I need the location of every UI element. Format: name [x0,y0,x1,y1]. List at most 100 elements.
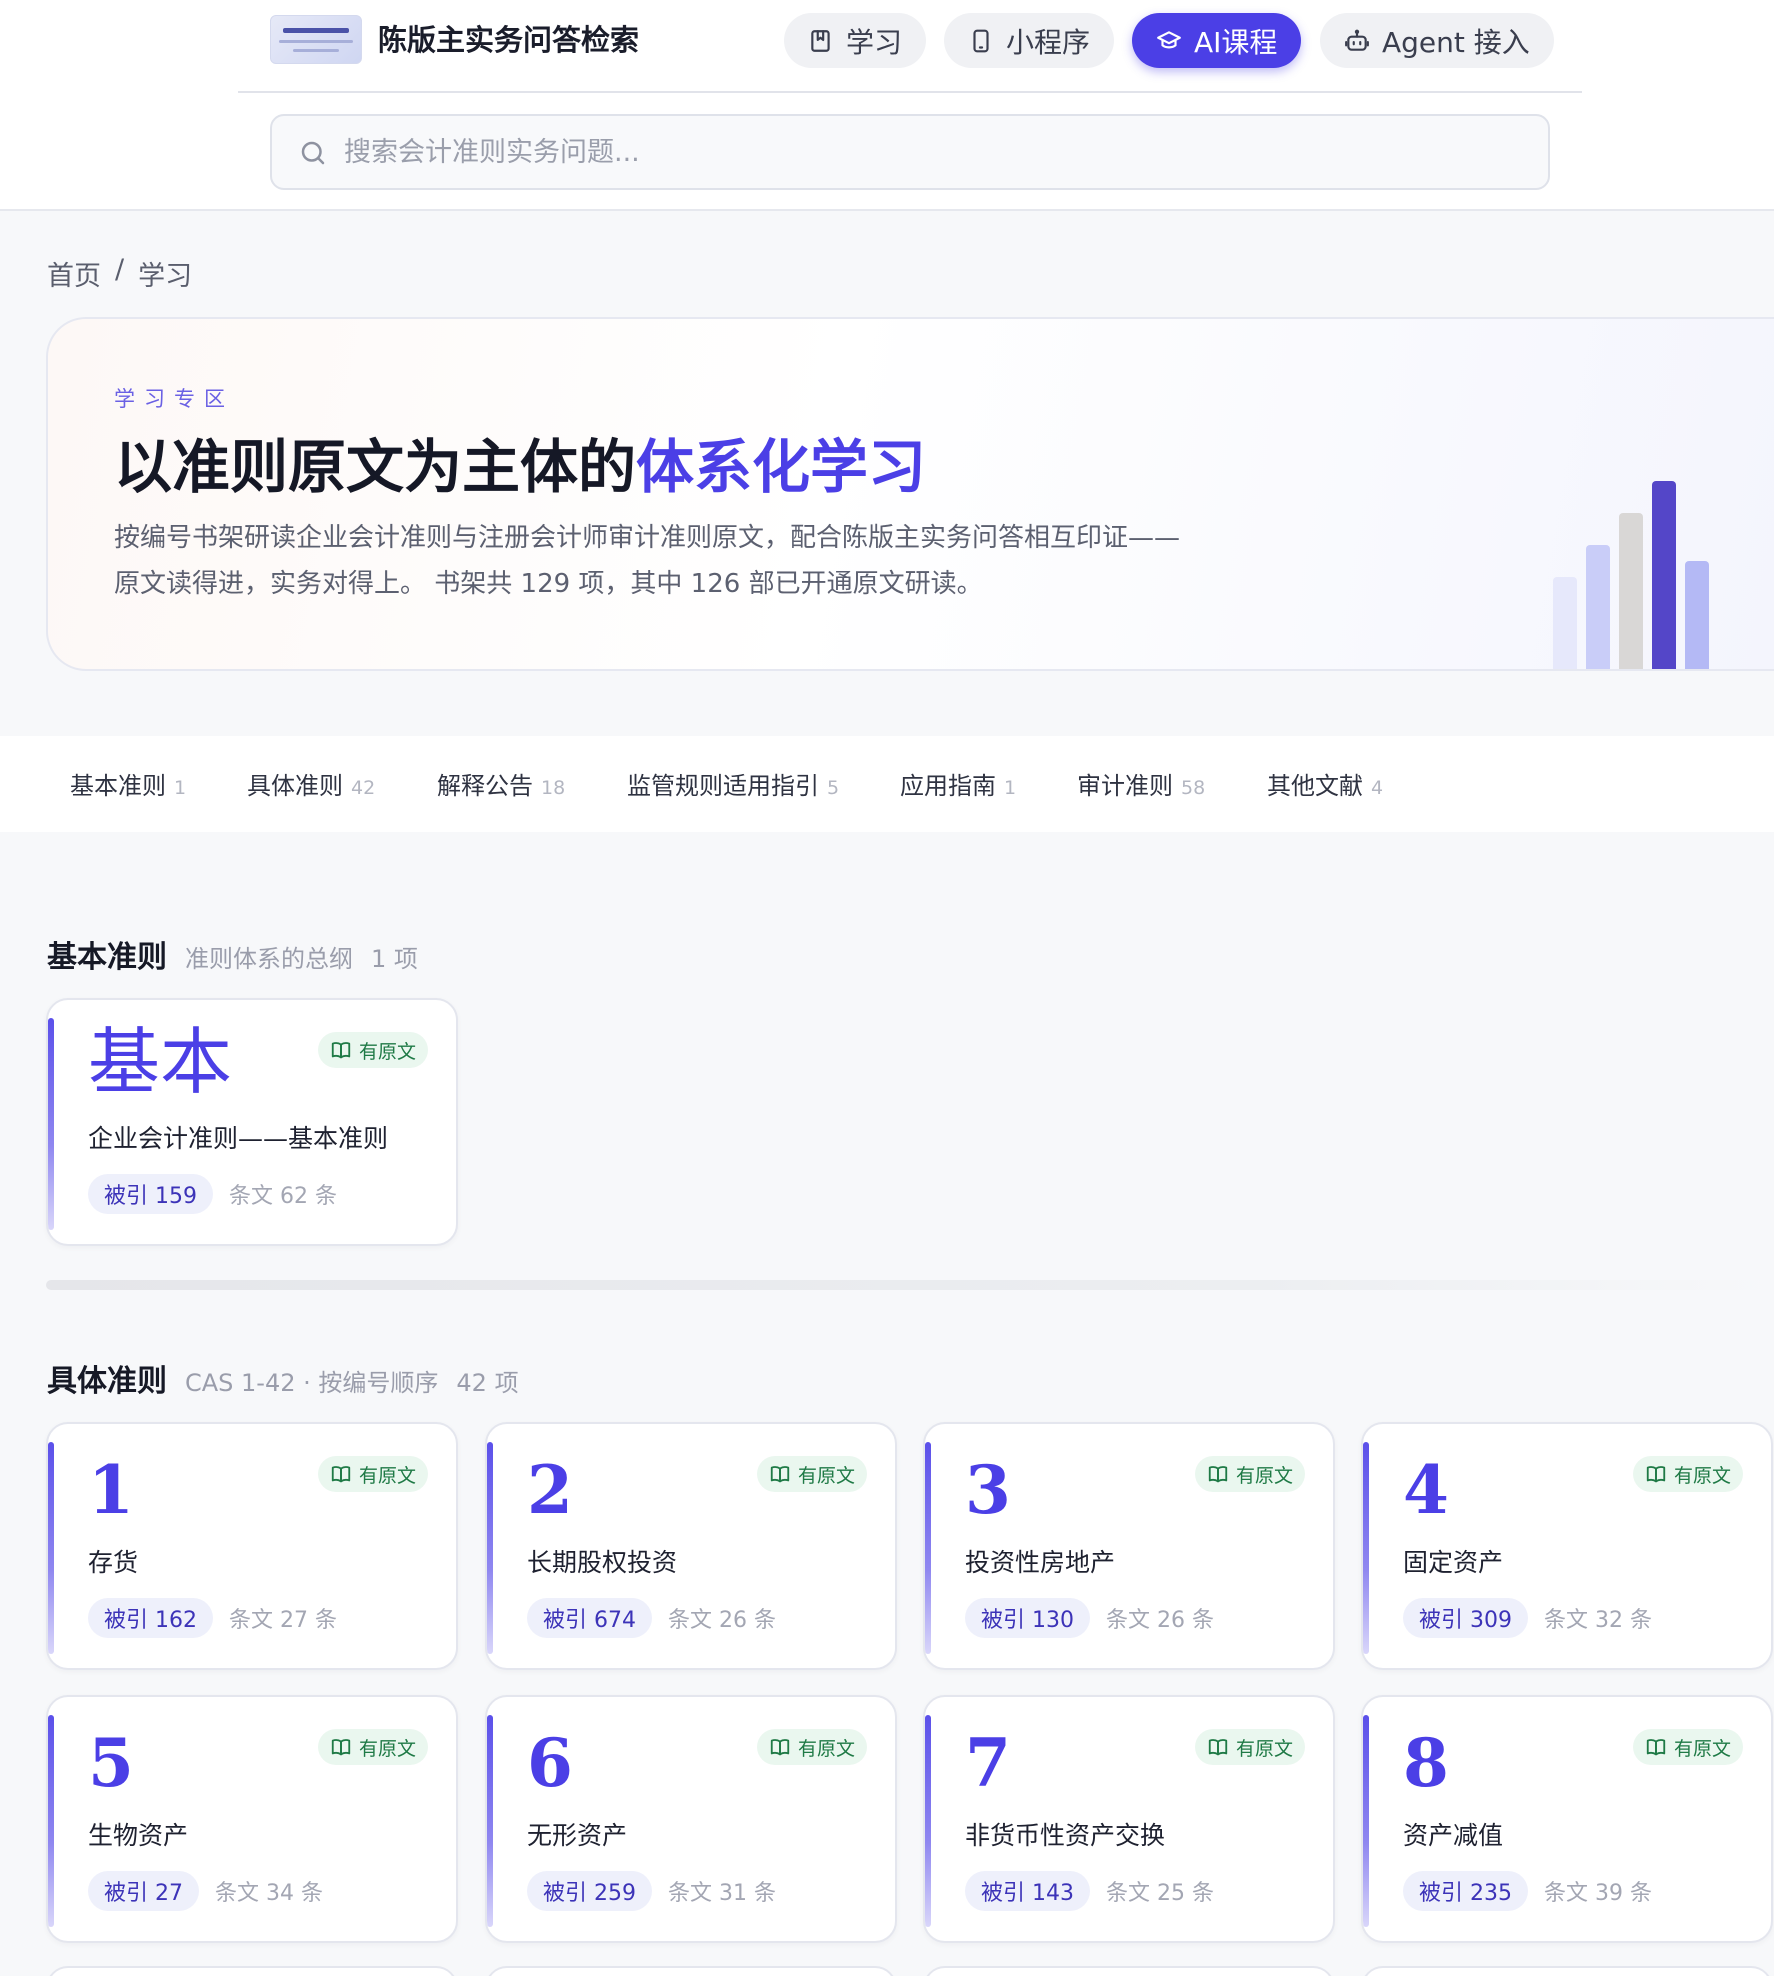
hero-title-prefix: 以准则原文为主体的 [114,433,637,501]
card-title: 固定资产 [1403,1548,1504,1577]
card-stats: 被引 130 条文 26 条 [965,1598,1214,1638]
card-stats: 被引 143 条文 25 条 [965,1871,1214,1911]
cited-count: 被引 162 [88,1598,213,1638]
top-header: 陈版主实务问答检索 学习 小程序 AI课程 Agent 接入 [0,0,1774,211]
cited-count: 被引 130 [965,1598,1090,1638]
tab-count: 1 [174,777,187,799]
standard-card-cas-8[interactable]: 8 有原文 资产减值 被引 235 条文 39 条 [1361,1695,1773,1943]
has-source-badge: 有原文 [317,1729,428,1765]
tab-label: 应用指南 [900,772,996,800]
nav-ai-course-label: AI课程 [1194,25,1278,59]
tab-interpretation[interactable]: 解释公告 18 [437,766,565,801]
tab-count: 58 [1181,777,1206,799]
standard-card-cas-6[interactable]: 6 有原文 无形资产 被引 259 条文 31 条 [485,1695,897,1943]
has-source-badge: 有原文 [1632,1729,1743,1765]
phone-icon [973,29,989,52]
nav-agent-label: Agent 接入 [1382,25,1530,59]
standard-card-peek[interactable] [485,1966,897,1976]
section-heading-basic: 基本准则 准则体系的总纲 1 项 [47,932,418,976]
card-number: 5 [88,1724,134,1802]
card-title: 企业会计准则——基本准则 [88,1124,389,1153]
tab-specific[interactable]: 具体准则 42 [247,766,375,801]
card-number: 6 [527,1724,573,1802]
nav-miniprogram[interactable]: 小程序 [944,13,1115,68]
article-count: 条文 27 条 [229,1608,337,1633]
tab-count: 18 [541,777,566,799]
card-stats: 被引 159 条文 62 条 [88,1174,337,1214]
hero-bars-decoration [1548,319,1774,669]
standard-card-cas-2[interactable]: 2 有原文长期股权投资被引 674 条文 26 条 [485,1422,897,1670]
card-title: 存货 [88,1548,139,1577]
badge-label: 有原文 [358,1464,416,1487]
card-number: 2 [527,1451,573,1529]
nav-agent[interactable]: Agent 接入 [1320,13,1554,68]
card-number: 8 [1403,1724,1449,1802]
hero-bar [1652,481,1676,669]
section-count: 1 项 [371,945,418,973]
tab-application-guide[interactable]: 应用指南 1 [900,766,1016,801]
tab-label: 审计准则 [1077,772,1173,800]
open-book-icon [1208,1466,1228,1483]
badge-label: 有原文 [1673,1464,1731,1487]
section-title: 基本准则 [47,940,167,975]
card-title: 投资性房地产 [965,1548,1116,1577]
open-book-icon [331,1042,351,1059]
badge-label: 有原文 [1235,1737,1293,1760]
badge-label: 有原文 [797,1737,855,1760]
hero-title: 以准则原文为主体的体系化学习 [114,427,926,507]
tab-label: 其他文献 [1267,772,1363,800]
cited-count: 被引 674 [527,1598,652,1638]
standard-card-cas-5[interactable]: 5 有原文 生物资产 被引 27 条文 34 条 [46,1695,458,1943]
has-source-badge: 有原文 [756,1456,867,1492]
search-input[interactable] [344,126,1524,178]
standard-card-peek[interactable] [46,1966,458,1976]
tab-count: 5 [827,777,840,799]
card-title: 长期股权投资 [527,1548,678,1577]
hero-bar [1619,513,1643,669]
card-stats: 被引 309 条文 32 条 [1403,1598,1652,1638]
standard-card-cas-1[interactable]: 1 有原文存货被引 162 条文 27 条 [46,1422,458,1670]
site-logo[interactable] [270,15,362,64]
breadcrumb: 首页 / 学习 [47,254,192,293]
has-source-badge: 有原文 [317,1032,428,1068]
standard-card-peek[interactable] [923,1966,1335,1976]
tab-audit-standards[interactable]: 审计准则 58 [1077,766,1205,801]
nav-learn[interactable]: 学习 [784,13,927,68]
badge-label: 有原文 [358,1040,416,1063]
article-count: 条文 26 条 [668,1608,776,1633]
standard-card-cas-3[interactable]: 3 有原文 投资性房地产 被引 130 条文 26 条 [923,1422,1335,1670]
site-title[interactable]: 陈版主实务问答检索 [378,20,639,60]
has-source-badge: 有原文 [317,1456,428,1492]
open-book-icon [1646,1466,1666,1483]
card-accent-edge [1363,1442,1369,1654]
tab-label: 基本准则 [70,772,166,800]
hero-kicker: 学习专区 [114,387,234,411]
tab-regulatory-guidance[interactable]: 监管规则适用指引 5 [627,766,839,801]
tab-basic[interactable]: 基本准则 1 [70,766,186,801]
card-number: 1 [88,1451,134,1529]
open-book-icon [331,1739,351,1756]
tab-label: 具体准则 [247,772,343,800]
article-count: 条文 32 条 [1544,1608,1652,1633]
standard-card-cas-7[interactable]: 7 有原文 非货币性资产交换 被引 143 条文 25 条 [923,1695,1335,1943]
hero-banner: 学习专区 以准则原文为主体的体系化学习 按编号书架研读企业会计准则与注册会计师审… [46,317,1774,671]
cited-count: 被引 259 [527,1871,652,1911]
card-accent-edge [1363,1715,1369,1927]
section-subtitle: CAS 1-42 · 按编号顺序 [185,1369,439,1397]
card-accent-edge [925,1715,931,1927]
article-count: 条文 25 条 [1106,1881,1214,1906]
breadcrumb-home[interactable]: 首页 [47,254,101,293]
standard-card-cas-4[interactable]: 4 有原文 固定资产 被引 309 条文 32 条 [1361,1422,1773,1670]
tab-label: 解释公告 [437,772,533,800]
search-bar[interactable] [270,114,1550,190]
tab-other-docs[interactable]: 其他文献 4 [1267,766,1383,801]
card-number: 7 [965,1724,1011,1802]
card-stats: 被引 27 条文 34 条 [88,1871,323,1911]
nav-ai-course[interactable]: AI课程 [1132,13,1302,68]
card-stats: 被引 259 条文 31 条 [527,1871,776,1911]
section-heading-specific: 具体准则 CAS 1-42 · 按编号顺序 42 项 [47,1356,519,1400]
standard-card-peek[interactable] [1361,1966,1773,1976]
card-title: 资产减值 [1403,1821,1504,1850]
standard-card-basic[interactable]: 基本 有原文 企业会计准则——基本准则 被引 159 条文 62 条 [46,998,458,1246]
article-count: 条文 62 条 [229,1184,337,1209]
